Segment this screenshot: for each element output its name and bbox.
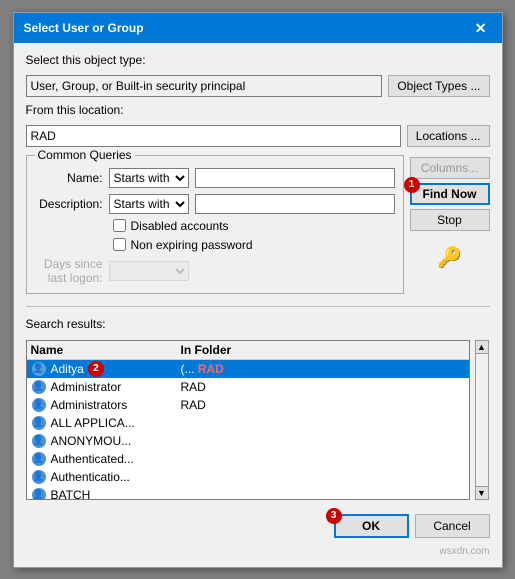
- locations-button[interactable]: Locations ...: [407, 125, 490, 147]
- common-queries-title: Common Queries: [35, 148, 135, 162]
- user-icon: 👤: [31, 451, 47, 467]
- disabled-accounts-row: Disabled accounts: [113, 219, 395, 233]
- user-icon: 👤: [31, 397, 47, 413]
- location-input[interactable]: [26, 125, 401, 147]
- right-buttons: Columns... Find Now 1 Stop 🔑: [410, 153, 490, 294]
- select-user-dialog: Select User or Group ✕ Select this objec…: [13, 12, 503, 568]
- bottom-buttons: OK 3 Cancel: [26, 514, 490, 538]
- non-expiring-row: Non expiring password: [113, 238, 395, 252]
- selected-row-badge: 2: [88, 361, 104, 377]
- cancel-button[interactable]: Cancel: [415, 514, 490, 538]
- non-expiring-checkbox[interactable]: [113, 238, 126, 251]
- result-folder-cell: RAD: [181, 380, 465, 394]
- name-label: Name:: [35, 171, 103, 185]
- scroll-track: [475, 354, 489, 486]
- user-icon: 👤: [31, 487, 47, 500]
- days-row: Days since last logon:: [35, 257, 395, 285]
- description-filter-dropdown[interactable]: Starts with Is exactly: [109, 194, 189, 214]
- dialog-body: Select this object type: Object Types ..…: [14, 43, 502, 567]
- result-name-cell: 👤 ANONYMOU...: [31, 433, 181, 449]
- disabled-accounts-label: Disabled accounts: [131, 219, 229, 233]
- find-now-button[interactable]: Find Now: [410, 183, 490, 205]
- user-icon: 👤: [31, 361, 47, 377]
- object-type-input[interactable]: [26, 75, 383, 97]
- user-icon: 👤: [31, 433, 47, 449]
- user-icon: 👤: [31, 469, 47, 485]
- result-name: ANONYMOU...: [51, 434, 132, 448]
- result-name-cell: 👤 Authenticated...: [31, 451, 181, 467]
- table-row[interactable]: 👤 Aditya 2 (... RAD: [27, 360, 469, 378]
- days-label: Days since last logon:: [35, 257, 103, 285]
- result-name-cell: 👤 Authenticatio...: [31, 469, 181, 485]
- non-expiring-label: Non expiring password: [131, 238, 253, 252]
- table-row[interactable]: 👤 Administrators RAD: [27, 396, 469, 414]
- result-name-cell: 👤 Administrators: [31, 397, 181, 413]
- columns-button[interactable]: Columns...: [410, 157, 490, 179]
- ok-button[interactable]: OK: [334, 514, 409, 538]
- disabled-accounts-checkbox[interactable]: [113, 219, 126, 232]
- description-filter-select[interactable]: Starts with Is exactly: [110, 195, 188, 213]
- ok-badge: 3: [326, 508, 342, 524]
- table-row[interactable]: 👤 Administrator RAD: [27, 378, 469, 396]
- result-name-cell: 👤 Aditya 2: [31, 361, 181, 377]
- name-filter-select[interactable]: Starts with Is exactly: [110, 169, 188, 187]
- results-area: Name In Folder 👤 Aditya 2 (... RAD 👤 Administ…: [26, 340, 490, 500]
- scrollbar-area: ▲ ▼: [474, 340, 490, 500]
- name-filter-dropdown[interactable]: Starts with Is exactly: [109, 168, 189, 188]
- result-name: Authenticatio...: [51, 470, 130, 484]
- user-icon: 👤: [31, 379, 47, 395]
- description-input[interactable]: [195, 194, 395, 214]
- result-name: BATCH: [51, 488, 91, 500]
- watermark: wsxdn.com: [26, 546, 490, 557]
- result-name-cell: 👤 Administrator: [31, 379, 181, 395]
- title-bar: Select User or Group ✕: [14, 13, 502, 43]
- search-results-label: Search results:: [26, 317, 490, 331]
- key-icon: 🔑: [437, 247, 462, 269]
- close-button[interactable]: ✕: [470, 19, 492, 37]
- col-name-header: Name: [31, 343, 181, 357]
- result-folder-cell: (... RAD: [181, 362, 465, 376]
- result-name: Administrator: [51, 380, 122, 394]
- stop-button[interactable]: Stop: [410, 209, 490, 231]
- results-table[interactable]: Name In Folder 👤 Aditya 2 (... RAD 👤 Administ…: [26, 340, 470, 500]
- user-icon: 👤: [31, 415, 47, 431]
- table-row[interactable]: 👤 ANONYMOU...: [27, 432, 469, 450]
- queries-section: Common Queries Name: Starts with Is exac…: [26, 153, 490, 294]
- result-folder-cell: RAD: [181, 398, 465, 412]
- description-row: Description: Starts with Is exactly: [35, 194, 395, 214]
- object-type-label: Select this object type:: [26, 53, 490, 67]
- separator: [26, 306, 490, 307]
- scroll-down-button[interactable]: ▼: [475, 486, 489, 500]
- name-row: Name: Starts with Is exactly: [35, 168, 395, 188]
- name-input[interactable]: [195, 168, 395, 188]
- result-name: Authenticated...: [51, 452, 134, 466]
- result-name-cell: 👤 BATCH: [31, 487, 181, 500]
- table-row[interactable]: 👤 Authenticatio...: [27, 468, 469, 486]
- find-now-badge: 1: [404, 177, 420, 193]
- result-name: Aditya: [51, 362, 84, 376]
- result-name-cell: 👤 ALL APPLICA...: [31, 415, 181, 431]
- results-rows: 👤 Aditya 2 (... RAD 👤 Administrator RAD 👤 Admini…: [27, 360, 469, 500]
- table-row[interactable]: 👤 Authenticated...: [27, 450, 469, 468]
- table-row[interactable]: 👤 ALL APPLICA...: [27, 414, 469, 432]
- table-row[interactable]: 👤 BATCH: [27, 486, 469, 500]
- scroll-up-button[interactable]: ▲: [475, 340, 489, 354]
- object-types-button[interactable]: Object Types ...: [388, 75, 489, 97]
- common-queries-box: Common Queries Name: Starts with Is exac…: [26, 155, 404, 294]
- location-label: From this location:: [26, 103, 490, 117]
- object-type-row: Object Types ...: [26, 75, 490, 97]
- days-dropdown[interactable]: [109, 261, 189, 281]
- dialog-title: Select User or Group: [24, 21, 144, 35]
- result-name: Administrators: [51, 398, 128, 412]
- result-name: ALL APPLICA...: [51, 416, 135, 430]
- description-label: Description:: [35, 197, 103, 211]
- col-folder-header: In Folder: [181, 343, 465, 357]
- location-row: Locations ...: [26, 125, 490, 147]
- results-header: Name In Folder: [27, 341, 469, 360]
